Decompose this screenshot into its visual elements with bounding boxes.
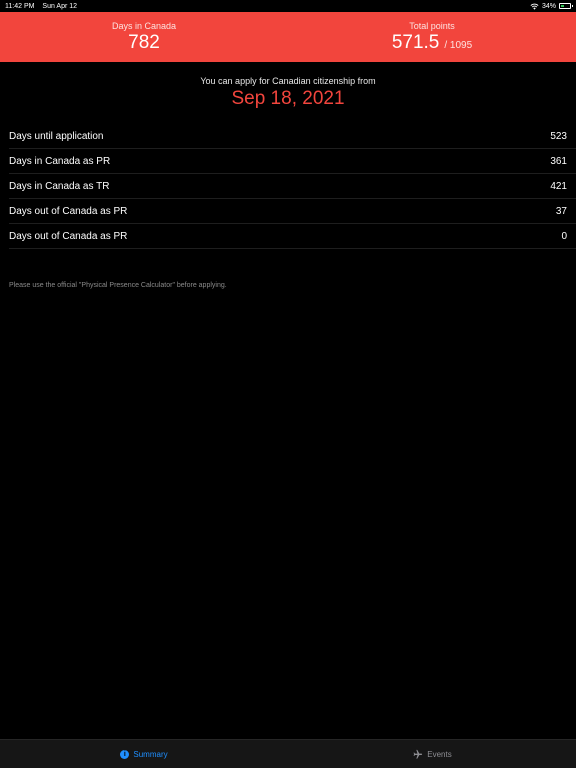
- stat-row-days-until-application: Days until application 523: [9, 124, 576, 149]
- battery-percent: 34%: [541, 2, 556, 10]
- info-icon: i: [120, 749, 130, 759]
- tab-summary-label: Summary: [133, 749, 168, 759]
- total-points-value: 571.5: [391, 31, 440, 53]
- days-in-canada-block: Days in Canada 782: [0, 12, 288, 62]
- stat-row-days-in-canada-tr: Days in Canada as TR 421: [9, 174, 576, 199]
- stat-label: Days in Canada as TR: [9, 180, 110, 192]
- total-points-label: Total points: [409, 20, 455, 31]
- tab-events-label: Events: [427, 749, 452, 759]
- total-points-row: 571.5 / 1095: [392, 32, 472, 54]
- total-points-block: Total points 571.5 / 1095: [288, 12, 576, 62]
- tab-events[interactable]: Events: [288, 740, 576, 768]
- status-left: 11:42 PM Sun Apr 12: [5, 3, 83, 10]
- status-right: 34%: [530, 2, 573, 10]
- status-bar: 11:42 PM Sun Apr 12 34%: [0, 0, 576, 12]
- wifi-icon: [530, 3, 539, 10]
- stats-list: Days until application 523 Days in Canad…: [9, 124, 576, 249]
- stat-value: 0: [561, 230, 567, 242]
- total-points-max: / 1095: [444, 39, 473, 51]
- stat-value: 361: [550, 155, 567, 167]
- eligibility-intro: You can apply for Canadian citizenship f…: [0, 76, 576, 110]
- status-time: 11:42 PM: [5, 2, 35, 10]
- stat-value: 523: [550, 130, 567, 142]
- stat-label: Days out of Canada as PR: [9, 230, 128, 242]
- eligibility-text: You can apply for Canadian citizenship f…: [200, 76, 376, 86]
- stat-value: 37: [555, 205, 567, 217]
- disclaimer-text: Please use the official "Physical Presen…: [9, 282, 227, 289]
- plane-icon: [413, 749, 423, 759]
- status-date: Sun Apr 12: [42, 2, 78, 10]
- days-in-canada-label: Days in Canada: [111, 20, 177, 31]
- tab-bar: i Summary Events: [0, 739, 576, 768]
- eligibility-date: Sep 18, 2021: [231, 88, 345, 109]
- summary-header: Days in Canada 782 Total points 571.5 / …: [0, 12, 576, 62]
- stat-row-days-out-of-canada-pr: Days out of Canada as PR 37: [9, 199, 576, 224]
- stat-row-days-in-canada-pr: Days in Canada as PR 361: [9, 149, 576, 174]
- battery-icon: [559, 3, 573, 9]
- stat-label: Days out of Canada as PR: [9, 205, 128, 217]
- stat-value: 421: [550, 180, 567, 192]
- stat-label: Days until application: [9, 130, 104, 142]
- stat-label: Days in Canada as PR: [9, 155, 111, 167]
- tab-summary[interactable]: i Summary: [0, 740, 288, 768]
- days-in-canada-value: 782: [128, 31, 160, 53]
- stat-row-days-out-of-canada-pr-2: Days out of Canada as PR 0: [9, 224, 576, 249]
